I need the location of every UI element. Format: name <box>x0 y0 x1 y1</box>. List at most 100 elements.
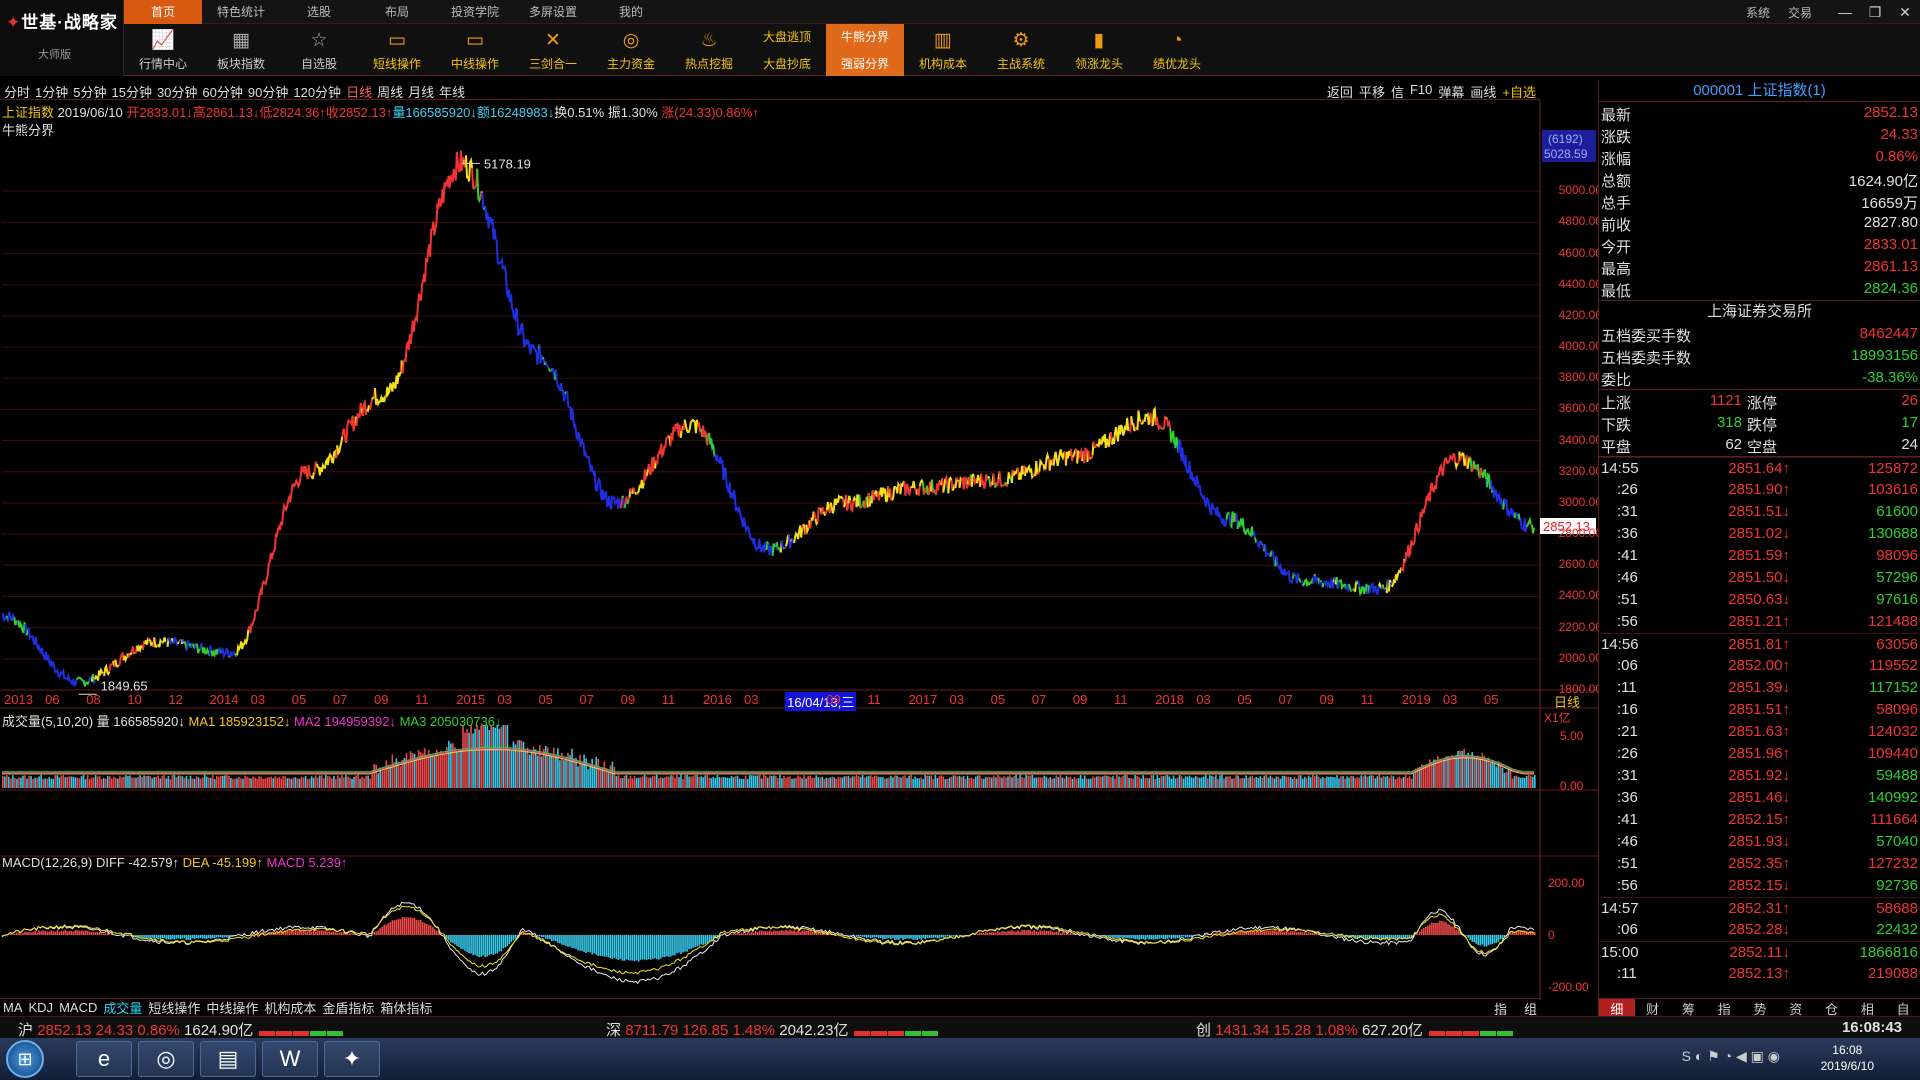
menu-item-6[interactable]: 我的 <box>592 0 670 24</box>
status-index-2[interactable]: 创 1431.34 15.28 1.08% 627.20亿 <box>1196 1019 1514 1040</box>
panel-tab-1[interactable]: 财 <box>1635 999 1671 1017</box>
tick-price: 2851.81↑ <box>1728 636 1790 653</box>
system-menu[interactable]: 系统 <box>1746 4 1770 21</box>
indicator-tab-4[interactable]: 短线操作 <box>148 998 200 1017</box>
volume-bar <box>320 775 323 788</box>
toolbar-button-3[interactable]: ▭ 短线操作 <box>358 24 436 76</box>
indicator-tab-2[interactable]: MACD <box>59 1000 97 1015</box>
market-amount: 627.20亿 <box>1362 1022 1423 1039</box>
panel-tab-5[interactable]: 资 <box>1778 999 1814 1017</box>
volume-bar <box>1188 775 1191 788</box>
maximize-icon[interactable]: ❐ <box>1860 4 1890 21</box>
volume-bar <box>238 776 240 788</box>
chart-action-5[interactable]: 画线 <box>1470 82 1496 101</box>
menu-item-4[interactable]: 投资学院 <box>436 0 514 24</box>
wps-icon[interactable]: W <box>262 1041 318 1077</box>
menu-item-1[interactable]: 特色统计 <box>202 0 280 24</box>
macd-bar <box>413 917 416 935</box>
toolbar-dual-8[interactable]: 大盘逃顶 大盘抄底 <box>748 24 826 76</box>
toolbar-button-11[interactable]: ⚙ 主战系统 <box>982 24 1060 76</box>
stock-app-icon[interactable]: ✦ <box>324 1041 380 1077</box>
status-index-0[interactable]: 沪 2852.13 24.33 0.86% 1624.90亿 <box>18 1019 344 1040</box>
minimize-icon[interactable]: — <box>1830 4 1860 20</box>
menu-item-2[interactable]: 选股 <box>280 0 358 24</box>
toolbar-button-10[interactable]: ▥ 机构成本 <box>904 24 982 76</box>
start-button[interactable]: ⊞ <box>6 1040 44 1078</box>
panel-tab-4[interactable]: 势 <box>1742 999 1778 1017</box>
ie-icon[interactable]: e <box>76 1041 132 1077</box>
menu-item-5[interactable]: 多屏设置 <box>514 0 592 24</box>
volume-bar <box>1041 777 1044 788</box>
toolbar-button-4[interactable]: ▭ 中线操作 <box>436 24 514 76</box>
period-tab-2[interactable]: 5分钟 <box>73 82 106 101</box>
period-tab-7[interactable]: 120分钟 <box>293 82 341 101</box>
breadth-bars <box>854 1023 939 1040</box>
indicator-tab-6[interactable]: 机构成本 <box>264 998 316 1017</box>
menu-item-0[interactable]: 首页 <box>124 0 202 24</box>
time-tick-label: 2016 <box>702 692 732 707</box>
period-tab-0[interactable]: 分时 <box>4 82 30 101</box>
period-tab-9[interactable]: 周线 <box>377 82 403 101</box>
period-tab-6[interactable]: 90分钟 <box>248 82 288 101</box>
macd-bar <box>639 935 642 960</box>
trade-menu[interactable]: 交易 <box>1788 4 1812 21</box>
period-tab-3[interactable]: 15分钟 <box>111 82 151 101</box>
volume-bar <box>1380 777 1383 788</box>
browser-icon[interactable]: ◎ <box>138 1041 194 1077</box>
chart-action-1[interactable]: 平移 <box>1359 82 1385 101</box>
toolbar-button-0[interactable]: 📈 行情中心 <box>124 24 202 76</box>
macd-bar <box>189 935 192 940</box>
chart-action-6[interactable]: +自选 <box>1502 82 1536 101</box>
taskbar-clock[interactable]: 16:08 2019/6/10 <box>1821 1042 1874 1074</box>
period-tab-5[interactable]: 60分钟 <box>202 82 242 101</box>
toolbar-top-label[interactable]: 牛熊分界 <box>841 28 889 45</box>
menu-item-3[interactable]: 布局 <box>358 0 436 24</box>
volume-bar <box>789 776 791 788</box>
volume-bar <box>391 754 394 788</box>
panel-tab-7[interactable]: 相 <box>1849 999 1885 1017</box>
volume-bar <box>349 777 351 788</box>
chart-action-0[interactable]: 返回 <box>1327 82 1353 101</box>
panel-tab-2[interactable]: 筹 <box>1671 999 1707 1017</box>
panel-tab-6[interactable]: 仓 <box>1814 999 1850 1017</box>
indicator-tab-8[interactable]: 箱体指标 <box>380 998 432 1017</box>
folder-icon[interactable]: ▤ <box>200 1041 256 1077</box>
period-tab-4[interactable]: 30分钟 <box>157 82 197 101</box>
close-icon[interactable]: ✕ <box>1890 4 1920 21</box>
toolbar-button-6[interactable]: ◎ 主力资金 <box>592 24 670 76</box>
chart-action-4[interactable]: 弹幕 <box>1438 82 1464 101</box>
panel-tab-3[interactable]: 指 <box>1706 999 1742 1017</box>
price-line-segment <box>916 485 921 496</box>
indicator-tab-1[interactable]: KDJ <box>29 1000 54 1015</box>
macd-bar <box>607 935 610 958</box>
chart-action-2[interactable]: 信 <box>1391 82 1404 101</box>
breadth-bars <box>259 1023 344 1040</box>
period-tab-8[interactable]: 日线 <box>346 82 372 101</box>
volume-bar <box>1231 778 1233 788</box>
panel-tab-0[interactable]: 细 <box>1599 999 1635 1017</box>
period-tab-1[interactable]: 1分钟 <box>35 82 68 101</box>
macd-bar <box>1029 929 1031 935</box>
toolbar-button-1[interactable]: ▦ 板块指数 <box>202 24 280 76</box>
volume-bar <box>849 777 852 788</box>
volume-bar <box>137 776 139 788</box>
toolbar-button-12[interactable]: ▮ 领涨龙头 <box>1060 24 1138 76</box>
toolbar-button-13[interactable]: ◔ 绩优龙头 <box>1138 24 1216 76</box>
indicator-tab-7[interactable]: 金盾指标 <box>322 998 374 1017</box>
period-tab-10[interactable]: 月线 <box>408 82 434 101</box>
status-index-1[interactable]: 深 8711.79 126.85 1.48% 2042.23亿 <box>606 1019 939 1040</box>
toolbar-dual-9[interactable]: 牛熊分界 强弱分界 <box>826 24 904 76</box>
chart-action-3[interactable]: F10 <box>1410 82 1432 101</box>
toolbar-button-5[interactable]: ✕ 三剑合一 <box>514 24 592 76</box>
system-tray[interactable]: S ◐ ⚑ ◔ ◀ ▣ ◉ <box>1682 1048 1780 1065</box>
indicator-tab-3[interactable]: 成交量 <box>103 998 142 1017</box>
indicator-tab-0[interactable]: MA <box>3 1000 23 1015</box>
toolbar-button-2[interactable]: ☆ 自选股 <box>280 24 358 76</box>
panel-tab-8[interactable]: 自 <box>1885 999 1920 1017</box>
toolbar-top-label[interactable]: 大盘逃顶 <box>763 28 811 45</box>
toolbar-bottom-label[interactable]: 强弱分界 <box>841 55 889 72</box>
indicator-tab-5[interactable]: 中线操作 <box>206 998 258 1017</box>
toolbar-button-7[interactable]: ♨ 热点挖掘 <box>670 24 748 76</box>
toolbar-bottom-label[interactable]: 大盘抄底 <box>763 55 811 72</box>
period-tab-11[interactable]: 年线 <box>439 82 465 101</box>
